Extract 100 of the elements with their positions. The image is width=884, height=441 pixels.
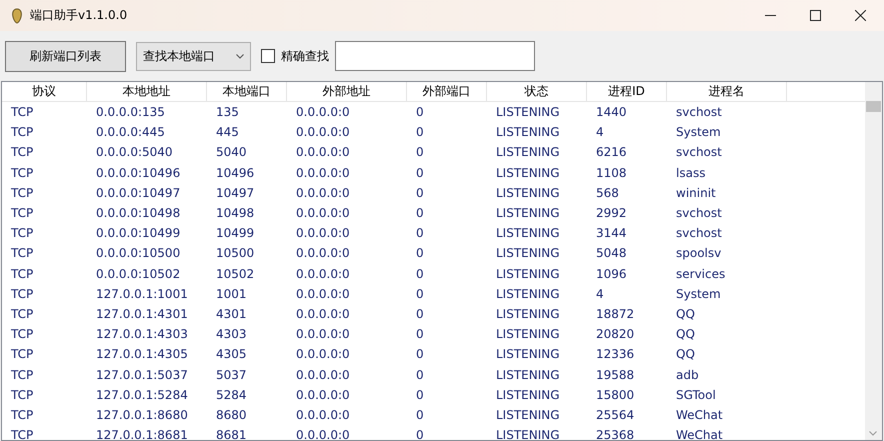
table-cell: 127.0.0.1:4305 [96, 347, 188, 362]
column-header[interactable]: 外部端口 [407, 82, 487, 101]
column-header[interactable]: 本地端口 [207, 82, 287, 101]
table-cell: 0.0.0.0:0 [296, 428, 350, 440]
table-cell: 3144 [596, 226, 627, 240]
table-cell: 0.0.0.0:0 [296, 388, 350, 402]
table-cell: 4 [596, 125, 604, 140]
table-cell: 6216 [596, 145, 627, 160]
search-mode-dropdown[interactable]: 查找本地端口 [136, 42, 251, 70]
table-cell: 8681 [216, 428, 247, 440]
table-cell: 127.0.0.1:4303 [96, 327, 188, 342]
column-header[interactable]: 进程ID [587, 82, 667, 101]
table-cell: 0 [416, 145, 424, 160]
table-cell: LISTENING [496, 206, 560, 220]
table-cell: 0.0.0.0:0 [296, 105, 350, 120]
column-header[interactable]: 外部地址 [287, 82, 407, 101]
table-cell: QQ [676, 347, 695, 362]
maximize-icon[interactable] [810, 10, 821, 21]
table-cell: LISTENING [496, 347, 560, 362]
table-cell: 5040 [216, 145, 247, 160]
table-cell: 135 [216, 105, 239, 120]
table-cell: SGTool [676, 388, 716, 402]
table-cell: 0.0.0.0:5040 [96, 145, 173, 160]
table-cell: LISTENING [496, 327, 560, 342]
table-cell: 15800 [596, 388, 634, 402]
table-cell: 0 [416, 286, 424, 301]
table-cell: 0.0.0.0:0 [296, 246, 350, 260]
table-cell: 0.0.0.0:0 [296, 266, 350, 281]
checkbox-label: 精确查找 [281, 48, 329, 64]
table-cell: System [676, 125, 721, 140]
table-cell: spoolsv [676, 246, 722, 260]
table-cell: LISTENING [496, 166, 560, 180]
search-field[interactable] [335, 41, 535, 71]
table-cell: adb [676, 368, 699, 382]
table-cell: 19588 [596, 368, 634, 382]
table-cell: 4303 [216, 327, 247, 342]
table-cell: LISTENING [496, 428, 560, 440]
table-cell: TCP [11, 145, 34, 160]
column-header[interactable]: 本地地址 [87, 82, 207, 101]
table-cell: lsass [676, 166, 706, 180]
table-cell: 25368 [596, 428, 634, 440]
exact-match-checkbox[interactable] [261, 49, 275, 63]
table-cell: 0.0.0.0:0 [296, 206, 350, 220]
table-cell: TCP [11, 166, 34, 180]
table-cell: 10496 [216, 166, 254, 180]
table-cell: 0.0.0.0:0 [296, 166, 350, 180]
table-cell: 4301 [216, 306, 247, 321]
table-cell: 0 [416, 206, 424, 220]
scrollbar-thumb[interactable] [866, 101, 881, 112]
table-cell: 0 [416, 266, 424, 281]
table-cell: 445 [216, 125, 239, 140]
table-cell: LISTENING [496, 408, 560, 422]
table-cell: TCP [11, 266, 34, 281]
table-cell: 0.0.0.0:0 [296, 286, 350, 301]
table-cell: 0 [416, 368, 424, 382]
table-cell: 0 [416, 347, 424, 362]
table-cell: TCP [11, 125, 34, 140]
table-cell: LISTENING [496, 286, 560, 301]
table-cell: 127.0.0.1:8681 [96, 428, 188, 440]
table-cell: svchost [676, 105, 722, 120]
table-cell: 0 [416, 428, 424, 440]
table-cell: TCP [11, 206, 34, 220]
table-cell: 0.0.0.0:0 [296, 368, 350, 382]
refresh-button[interactable]: 刷新端口列表 [5, 40, 126, 72]
table-cell: services [676, 266, 726, 281]
table-cell: LISTENING [496, 368, 560, 382]
table-cell: 127.0.0.1:8680 [96, 408, 188, 422]
column-header[interactable]: 进程名 [667, 82, 787, 101]
table-cell: 0 [416, 166, 424, 180]
scrollbar[interactable] [865, 82, 882, 440]
table-cell: 18872 [596, 306, 634, 321]
chevron-icon [236, 54, 244, 58]
table-cell: 25564 [596, 408, 634, 422]
table-cell: TCP [11, 105, 34, 120]
table-cell: LISTENING [496, 306, 560, 321]
table-cell: QQ [676, 306, 695, 321]
table-cell: 0.0.0.0:0 [296, 306, 350, 321]
table-cell: 5037 [216, 368, 247, 382]
table-cell: 0.0.0.0:0 [296, 186, 350, 200]
table-cell: LISTENING [496, 226, 560, 240]
table-cell: WeChat [676, 428, 723, 440]
table-cell: 127.0.0.1:4301 [96, 306, 188, 321]
table-cell: 0.0.0.0:135 [96, 105, 165, 120]
column-header[interactable]: 状态 [487, 82, 587, 101]
close-icon[interactable] [855, 10, 866, 21]
table-cell: svchost [676, 145, 722, 160]
table-cell: TCP [11, 388, 34, 402]
table-cell: TCP [11, 368, 34, 382]
table-cell: 12336 [596, 347, 634, 362]
table-cell: LISTENING [496, 266, 560, 281]
table-cell: svchost [676, 206, 722, 220]
table-cell: 10502 [216, 266, 254, 281]
column-header[interactable]: 协议 [2, 82, 87, 101]
table-cell: TCP [11, 408, 34, 422]
table-cell: 5048 [596, 246, 627, 260]
table-cell: 0.0.0.0:10497 [96, 186, 180, 200]
table-cell: 10499 [216, 226, 254, 240]
table-cell: LISTENING [496, 186, 560, 200]
table-cell: 0 [416, 246, 424, 260]
table-cell: LISTENING [496, 125, 560, 140]
